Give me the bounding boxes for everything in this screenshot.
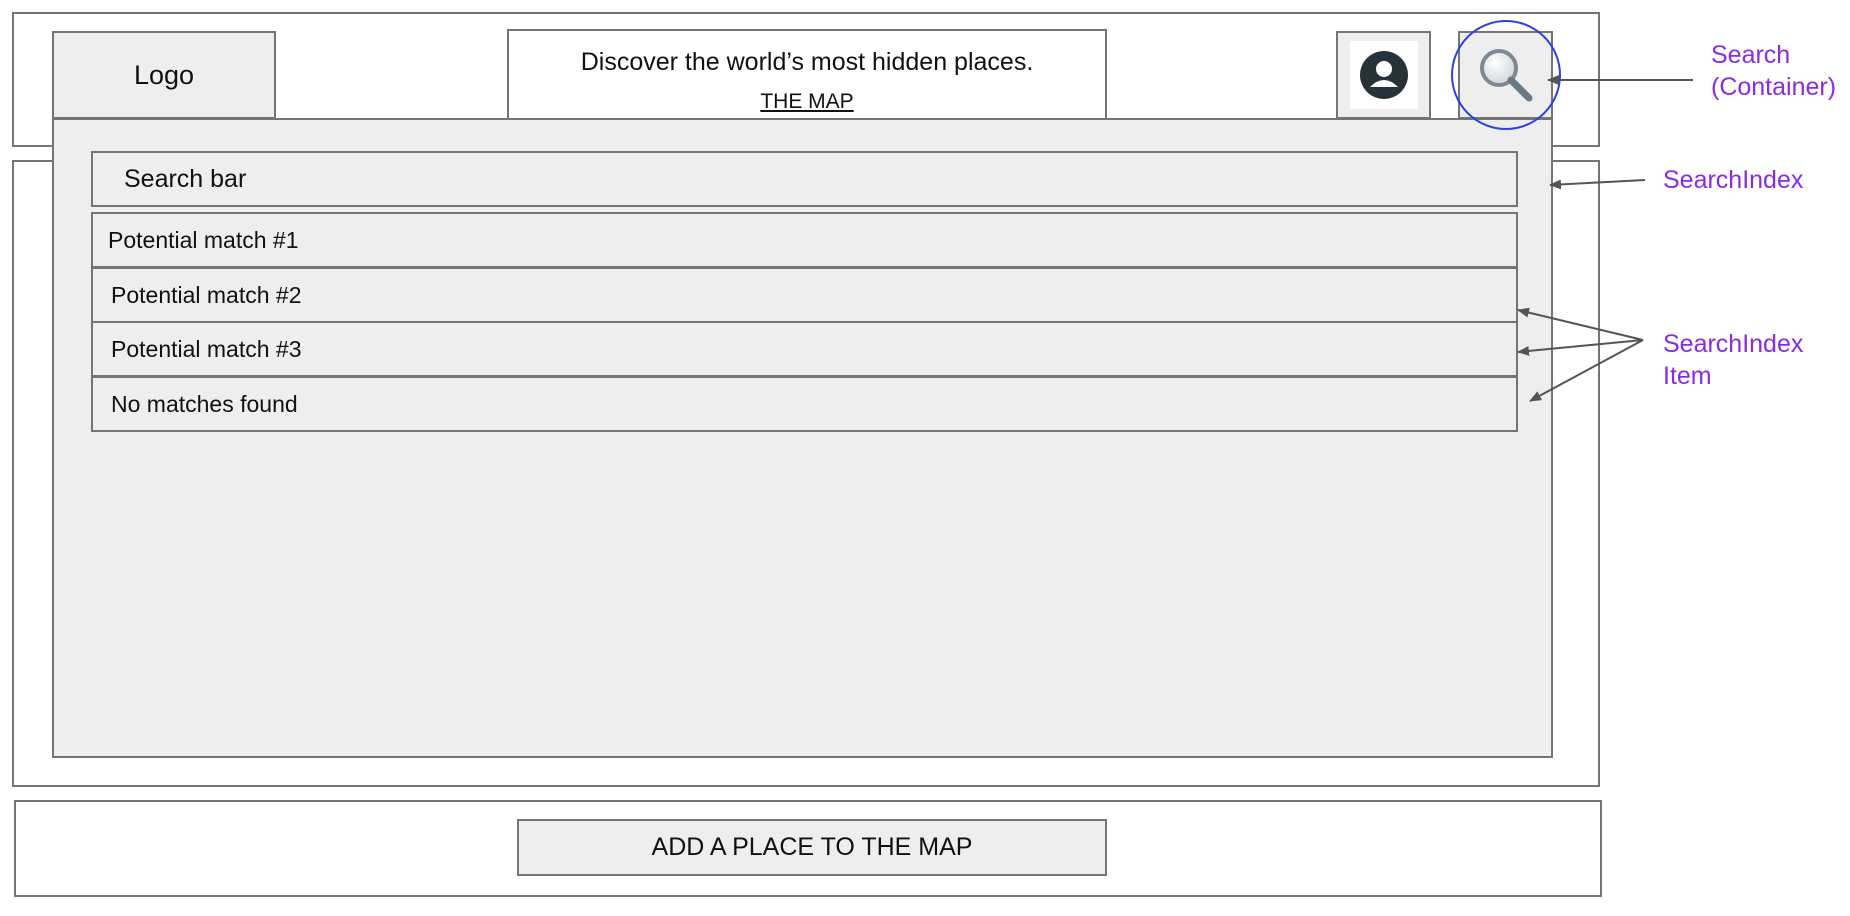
search-button[interactable] [1458, 31, 1553, 119]
search-index-item[interactable]: Potential match #3 [91, 321, 1518, 377]
annotation-search-line2: (Container) [1711, 73, 1837, 101]
add-place-label: ADD A PLACE TO THE MAP [651, 833, 973, 861]
annotation-search-line1: Search [1711, 41, 1791, 69]
annotation-search-index: SearchIndex [1663, 164, 1803, 196]
search-index-item-label: Potential match #3 [111, 335, 302, 362]
logo[interactable]: Logo [52, 31, 276, 119]
tagline-box: Discover the world’s most hidden places.… [507, 29, 1107, 121]
avatar [1349, 41, 1418, 109]
magnifying-glass-icon [1479, 49, 1532, 102]
search-index-item-label: Potential match #1 [108, 226, 299, 253]
search-index-item-label: Potential match #2 [111, 281, 302, 308]
search-bar-label: Search bar [124, 164, 247, 193]
map-link[interactable]: THE MAP [760, 90, 853, 114]
profile-button[interactable] [1336, 31, 1431, 119]
no-matches-item: No matches found [91, 376, 1518, 432]
logo-label: Logo [133, 59, 195, 90]
user-avatar-icon [1359, 51, 1408, 99]
search-index-item[interactable]: Potential match #1 [91, 212, 1518, 268]
tagline: Discover the world’s most hidden places. [580, 48, 1034, 76]
annotation-item-line1: SearchIndex [1663, 330, 1804, 358]
annotation-search-container: Search (Container) [1711, 39, 1836, 103]
annotation-search-index-item: SearchIndex Item [1663, 328, 1803, 392]
search-index-item[interactable]: Potential match #2 [91, 267, 1518, 323]
annotation-item-line2: Item [1663, 362, 1712, 390]
annotation-search-index-label: SearchIndex [1663, 166, 1804, 194]
search-input[interactable]: Search bar [91, 151, 1518, 207]
add-place-button[interactable]: ADD A PLACE TO THE MAP [517, 819, 1107, 876]
no-matches-label: No matches found [111, 390, 298, 417]
